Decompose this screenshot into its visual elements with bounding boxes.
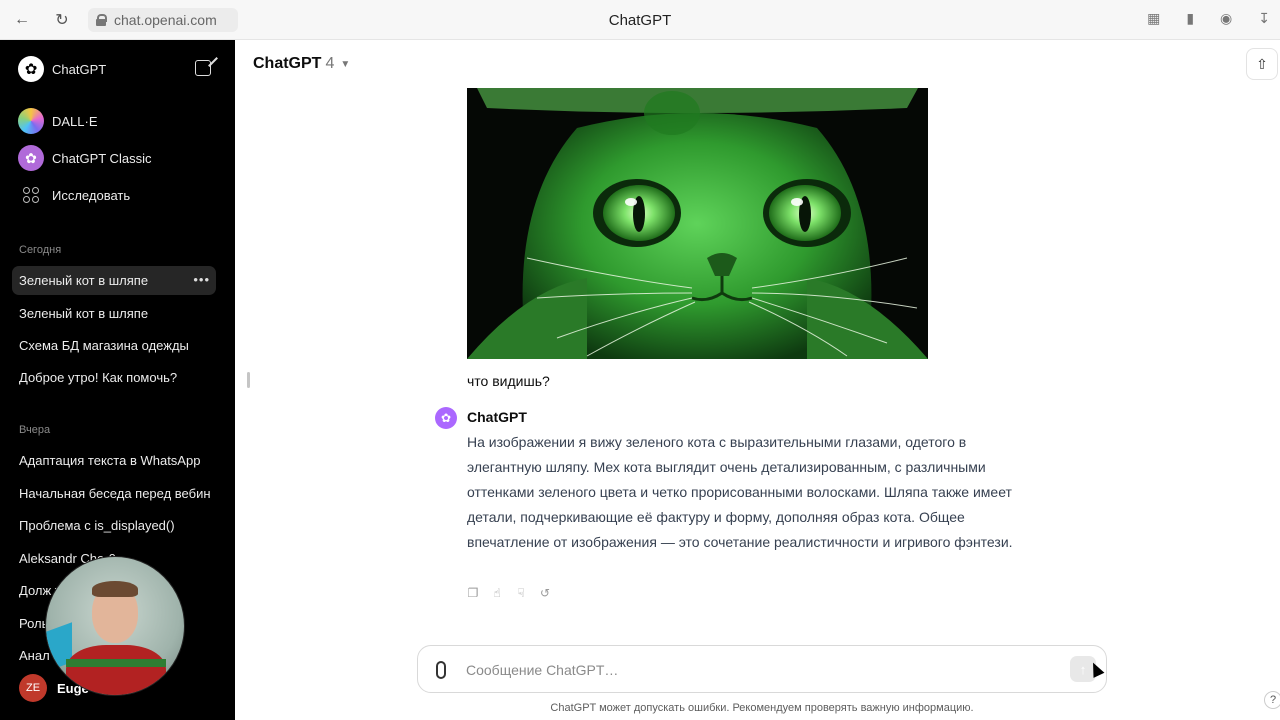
model-selector[interactable]: ChatGPT 4 ▼	[253, 55, 350, 73]
classic-avatar-icon: ✿	[18, 145, 44, 171]
sidebar-app-name: ChatGPT	[52, 61, 107, 77]
sidebar-chat-item[interactable]: Адаптация текста в WhatsApp	[12, 446, 216, 475]
assistant-name: ChatGPT	[467, 409, 527, 425]
assistant-avatar-icon: ✿	[435, 407, 457, 429]
webcam-overlay	[45, 556, 185, 696]
webcam-sweater-stripe	[66, 659, 166, 667]
share-icon: ⇧	[1256, 55, 1268, 72]
url-text: chat.openai.com	[114, 12, 217, 28]
sidebar-chat-item[interactable]: Доброе утро! Как помочь?	[12, 363, 216, 392]
sidebar-chat-item[interactable]: Начальная беседа перед вебин	[12, 479, 216, 508]
section-title-yesterday: Вчера	[19, 424, 51, 436]
sidebar-chat-item[interactable]: Зеленый кот в шляпе •••	[12, 266, 216, 295]
reload-icon[interactable]: ↻	[52, 10, 72, 30]
thumbs-up-icon[interactable]: ☝	[491, 586, 503, 600]
sidebar-explore[interactable]: Исследовать	[18, 187, 130, 203]
dalle-avatar-icon	[18, 108, 44, 134]
back-arrow-icon[interactable]: ←	[12, 10, 32, 30]
chevron-down-icon: ▼	[340, 58, 351, 70]
explore-grid-icon	[23, 187, 39, 203]
assistant-message: На изображении я вижу зеленого кота с вы…	[467, 434, 1013, 550]
sidebar-resize-handle[interactable]	[247, 372, 250, 388]
browser-extensions: ▦ ▮ ◉ ↧	[1147, 10, 1270, 27]
help-button[interactable]: ?	[1264, 691, 1280, 709]
chat-item-label: Зеленый кот в шляпе	[19, 273, 149, 288]
sidebar-gpt-label: ChatGPT Classic	[52, 150, 152, 166]
sidebar-app-header[interactable]: ✿ ChatGPT	[18, 56, 106, 82]
sidebar-gpt-label: Исследовать	[52, 187, 131, 203]
message-composer: ↑	[417, 645, 1107, 693]
model-name: ChatGPT	[253, 55, 322, 72]
sidebar-chat-item[interactable]: Схема БД магазина одежды	[12, 331, 216, 360]
uploaded-cat-image[interactable]	[467, 88, 928, 359]
sidebar-chat-item[interactable]: Проблема с is_displayed()	[12, 511, 216, 540]
model-version: 4	[325, 55, 335, 72]
thumbs-down-icon[interactable]: ☟	[515, 586, 527, 600]
lock-icon	[96, 14, 107, 26]
attach-paperclip-icon[interactable]	[436, 661, 446, 679]
copy-icon[interactable]: ❐	[467, 586, 479, 600]
green-cat-illustration	[467, 88, 928, 359]
more-options-icon[interactable]: •••	[193, 272, 210, 287]
message-input[interactable]	[466, 658, 1046, 682]
browser-toolbar: ← ↻ chat.openai.com ChatGPT ▦ ▮ ◉ ↧	[0, 0, 1280, 40]
sidebar-gpt-classic[interactable]: ✿ ChatGPT Classic	[18, 145, 151, 171]
extension-icon[interactable]: ◉	[1220, 10, 1232, 27]
bookmark-icon[interactable]: ▮	[1186, 10, 1194, 27]
webcam-person-body	[66, 645, 166, 695]
share-button[interactable]: ⇧	[1246, 48, 1278, 80]
message-actions: ❐ ☝ ☟ ↺	[467, 586, 551, 600]
user-message: что видишь?	[467, 373, 550, 389]
regenerate-icon[interactable]: ↺	[539, 586, 551, 600]
new-chat-icon[interactable]	[195, 60, 211, 76]
openai-logo-icon: ✿	[18, 56, 44, 82]
sidebar-gpt-label: DALL·E	[52, 113, 98, 129]
translate-icon[interactable]: ▦	[1147, 10, 1160, 27]
browser-tab-title: ChatGPT	[608, 12, 672, 29]
address-bar[interactable]: chat.openai.com	[88, 8, 238, 32]
webcam-person-hair	[92, 581, 138, 597]
sidebar-gpt-dalle[interactable]: DALL·E	[18, 108, 98, 134]
disclaimer-text: ChatGPT может допускать ошибки. Рекоменд…	[550, 702, 974, 714]
section-title-today: Сегодня	[19, 244, 62, 256]
sidebar-chat-item[interactable]: Зеленый кот в шляпе	[12, 299, 216, 328]
user-avatar: ZE	[19, 674, 47, 702]
download-icon[interactable]: ↧	[1258, 10, 1270, 27]
